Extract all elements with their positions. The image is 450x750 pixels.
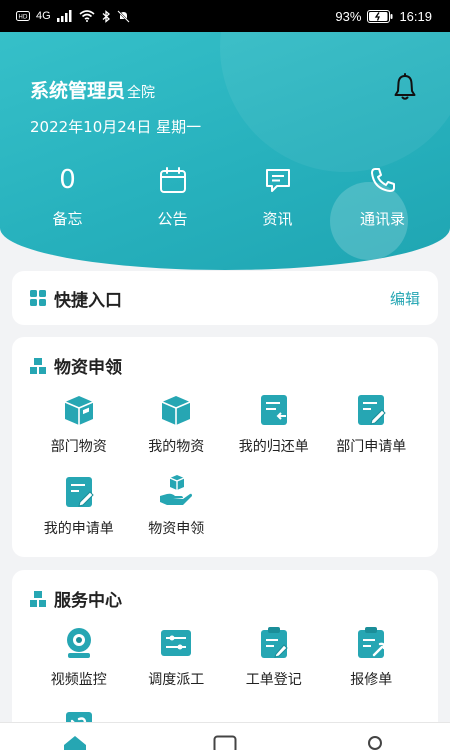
stack-icon <box>30 590 46 607</box>
user-icon <box>368 736 382 750</box>
my-return-form-item[interactable]: 我的归还单 <box>225 392 323 456</box>
camera-icon <box>66 628 91 658</box>
contacts-label: 通讯录 <box>359 210 405 228</box>
my-materials-item[interactable]: 我的物资 <box>128 392 226 456</box>
service-title: 服务中心 <box>54 591 122 611</box>
decor-circle <box>220 32 450 172</box>
tab-home[interactable] <box>55 735 95 750</box>
my-request-form-item[interactable]: 我的申请单 <box>30 474 128 538</box>
news-stat[interactable]: 资讯 <box>233 162 323 229</box>
materials-card: 物资申领 部门物资 我的物资 我的归还单 部门申请单 我的申请单 物资申领 <box>12 337 438 557</box>
memo-stat[interactable]: 0 备忘 <box>23 162 113 229</box>
work-order-item[interactable]: 工单登记 <box>225 625 323 689</box>
video-monitor-item[interactable]: 视频监控 <box>30 625 128 689</box>
materials-grid: 部门物资 我的物资 我的归还单 部门申请单 我的申请单 物资申领 <box>30 392 420 538</box>
item-label: 报修单 <box>350 672 393 688</box>
user-name: 系统管理员 全院 <box>30 76 155 103</box>
tab-workbench[interactable] <box>205 735 245 750</box>
repair-form-item[interactable]: 报修单 <box>323 625 421 689</box>
dispatch-icon <box>161 630 192 656</box>
shortcut-card: 快捷入口 编辑 <box>12 271 438 325</box>
edit-form-icon <box>65 477 94 507</box>
repair-form-icon <box>358 627 386 658</box>
materials-request-item[interactable]: 物资申领 <box>128 474 226 538</box>
user-scope: 全院 <box>127 85 156 101</box>
box-icon <box>161 396 191 425</box>
box-icon <box>64 396 94 425</box>
mute-bell-icon <box>116 9 130 23</box>
tab-profile[interactable] <box>355 735 395 750</box>
item-label: 工单登记 <box>245 672 302 688</box>
hd-icon: HD <box>16 11 30 21</box>
item-label: 我的归还单 <box>238 439 309 455</box>
home-icon <box>64 736 86 750</box>
phone-icon <box>370 168 395 192</box>
bluetooth-icon <box>102 9 110 23</box>
notice-label: 公告 <box>157 210 188 228</box>
dispatch-item[interactable]: 调度派工 <box>128 625 226 689</box>
item-label: 视频监控 <box>50 672 107 688</box>
item-label: 部门申请单 <box>336 439 407 455</box>
network-type: 4G <box>36 10 51 22</box>
item-label: 我的申请单 <box>43 521 114 537</box>
quick-stats: 0 备忘 公告 资讯 通讯录 <box>0 162 450 229</box>
notice-stat[interactable]: 公告 <box>128 162 218 229</box>
dept-request-form-item[interactable]: 部门申请单 <box>323 392 421 456</box>
return-form-icon <box>260 395 287 425</box>
item-label: 调度派工 <box>148 672 205 688</box>
signal-icon <box>56 10 72 22</box>
battery-icon <box>367 9 393 23</box>
hand-box-icon <box>160 475 193 505</box>
svg-text:HD: HD <box>18 14 28 21</box>
current-date: 2022年10月24日 星期一 <box>30 118 202 136</box>
battery-percent: 93% <box>335 8 362 24</box>
clipboard-icon <box>260 627 288 658</box>
shortcut-title: 快捷入口 <box>54 290 122 311</box>
status-bar: HD 4G 93% 16:19 <box>0 0 450 32</box>
wifi-icon <box>79 10 95 22</box>
bell-icon[interactable] <box>390 72 420 102</box>
item-label: 我的物资 <box>148 439 205 455</box>
header-banner: 系统管理员 全院 2022年10月24日 星期一 0 备忘 公告 资讯 通讯录 <box>0 32 450 270</box>
service-card: 服务中心 视频监控 调度派工 工单登记 报修单 <box>12 570 438 745</box>
item-label: 物资申领 <box>148 521 205 537</box>
contacts-stat[interactable]: 通讯录 <box>338 162 428 229</box>
clock: 16:19 <box>399 8 432 24</box>
workbench-icon <box>213 735 237 750</box>
news-label: 资讯 <box>262 210 293 228</box>
edit-form-icon <box>358 395 386 425</box>
materials-title: 物资申领 <box>54 358 122 378</box>
dept-materials-item[interactable]: 部门物资 <box>30 392 128 456</box>
calendar-icon <box>159 167 186 193</box>
memo-count: 0 <box>59 165 76 195</box>
user-name-text: 系统管理员 <box>30 80 126 102</box>
edit-shortcut-link[interactable]: 编辑 <box>390 288 420 309</box>
stack-icon <box>30 357 46 374</box>
item-label: 部门物资 <box>50 439 107 455</box>
bottom-tab-bar <box>0 722 450 750</box>
memo-label: 备忘 <box>52 210 83 228</box>
message-icon <box>265 169 290 192</box>
grid-icon <box>30 290 46 306</box>
